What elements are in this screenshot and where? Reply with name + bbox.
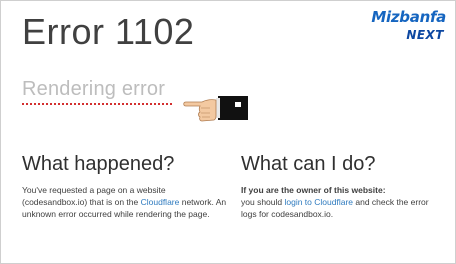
logo-brand-text: Mizbanfa: [371, 8, 446, 26]
hand-palm: [183, 99, 217, 122]
rendering-error-label: Rendering error: [22, 78, 166, 100]
login-to-cloudflare-link[interactable]: login to Cloudflare: [284, 197, 353, 207]
pointing-hand-icon: [183, 96, 248, 122]
what-happened-text: You've requested a page on a website (co…: [22, 185, 227, 220]
what-happened-section: What happened? You've requested a page o…: [22, 152, 227, 220]
sleeve-detail: [235, 102, 241, 107]
brand-logo: Mizbanfa NEXT: [354, 8, 446, 48]
what-can-i-do-text: If you are the owner of this website: you…: [241, 185, 446, 220]
page-title: Error 1102: [22, 11, 195, 52]
what-can-i-do-section: What can I do? If you are the owner of t…: [241, 152, 446, 220]
what-happened-heading: What happened?: [22, 153, 175, 175]
owner-label: If you are the owner of this website:: [241, 185, 386, 195]
what-can-i-do-text-1: you should: [241, 196, 285, 207]
cloudflare-link[interactable]: Cloudflare: [141, 197, 180, 207]
what-can-i-do-heading: What can I do?: [241, 153, 376, 175]
cuff: [216, 98, 220, 118]
dotted-underline: [22, 103, 172, 105]
logo-sub-text: NEXT: [406, 28, 444, 42]
sleeve: [218, 96, 248, 120]
